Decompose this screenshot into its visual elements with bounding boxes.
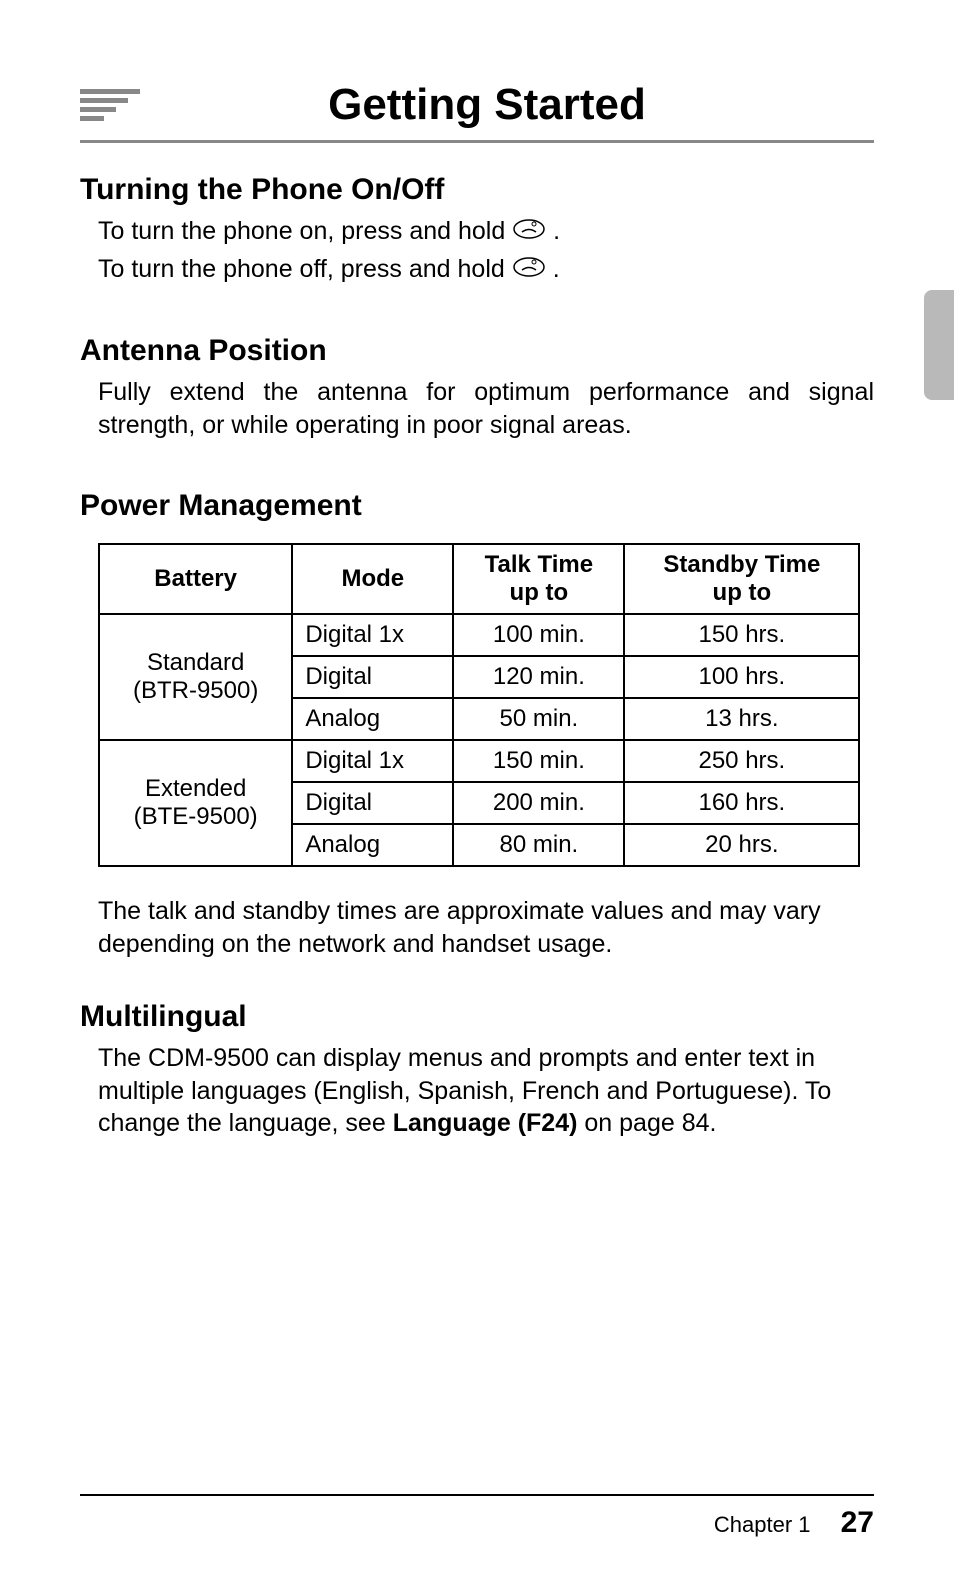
- th-talk: Talk Time up to: [453, 544, 624, 614]
- text: .: [553, 217, 560, 245]
- heading-antenna: Antenna Position: [80, 334, 874, 368]
- cell-standby: 100 hrs.: [624, 656, 859, 698]
- power-key-icon: [512, 216, 546, 249]
- text: on page 84.: [577, 1109, 716, 1137]
- cell-talk: 80 min.: [453, 824, 624, 866]
- cell-standby: 150 hrs.: [624, 614, 859, 656]
- cell-talk: 200 min.: [453, 782, 624, 824]
- cell-talk: 120 min.: [453, 656, 624, 698]
- page-title: Getting Started: [160, 80, 814, 130]
- table-header-row: Battery Mode Talk Time up to Standby Tim…: [99, 544, 859, 614]
- power-key-icon: [512, 254, 546, 287]
- footer-page-number: 27: [841, 1506, 874, 1539]
- cell-mode: Analog: [292, 824, 453, 866]
- antenna-body: Fully extend the antenna for optimum per…: [98, 376, 874, 441]
- cell-mode: Digital: [292, 782, 453, 824]
- power-note: The talk and standby times are approxima…: [98, 895, 874, 960]
- cell-battery: Extended (BTE-9500): [99, 740, 292, 866]
- cell-standby: 160 hrs.: [624, 782, 859, 824]
- cell-mode: Digital: [292, 656, 453, 698]
- heading-multilingual: Multilingual: [80, 1000, 874, 1034]
- cell-mode: Analog: [292, 698, 453, 740]
- document-page: Getting Started Turning the Phone On/Off…: [0, 0, 954, 1590]
- text: To turn the phone off, press and hold: [98, 255, 512, 283]
- heading-turning: Turning the Phone On/Off: [80, 173, 874, 207]
- cell-talk: 100 min.: [453, 614, 624, 656]
- turning-line-2: To turn the phone off, press and hold .: [98, 253, 874, 287]
- table-row: Standard (BTR-9500) Digital 1x 100 min. …: [99, 614, 859, 656]
- multilingual-body: The CDM-9500 can display menus and promp…: [98, 1042, 874, 1140]
- th-standby: Standby Time up to: [624, 544, 859, 614]
- cell-mode: Digital 1x: [292, 740, 453, 782]
- cell-battery: Standard (BTR-9500): [99, 614, 292, 740]
- cell-standby: 20 hrs.: [624, 824, 859, 866]
- text: .: [553, 255, 560, 283]
- page-header: Getting Started: [80, 80, 874, 143]
- power-table: Battery Mode Talk Time up to Standby Tim…: [98, 543, 860, 867]
- cell-standby: 13 hrs.: [624, 698, 859, 740]
- cell-talk: 150 min.: [453, 740, 624, 782]
- th-mode: Mode: [292, 544, 453, 614]
- text: To turn the phone on, press and hold: [98, 217, 512, 245]
- heading-power: Power Management: [80, 489, 874, 523]
- footer-chapter: Chapter 1: [714, 1512, 811, 1537]
- cell-standby: 250 hrs.: [624, 740, 859, 782]
- th-battery: Battery: [99, 544, 292, 614]
- table-row: Extended (BTE-9500) Digital 1x 150 min. …: [99, 740, 859, 782]
- cell-mode: Digital 1x: [292, 614, 453, 656]
- cell-talk: 50 min.: [453, 698, 624, 740]
- page-footer: Chapter 1 27: [80, 1494, 874, 1540]
- header-lines-icon: [80, 89, 140, 121]
- turning-line-1: To turn the phone on, press and hold .: [98, 215, 874, 249]
- language-ref: Language (F24): [393, 1109, 578, 1137]
